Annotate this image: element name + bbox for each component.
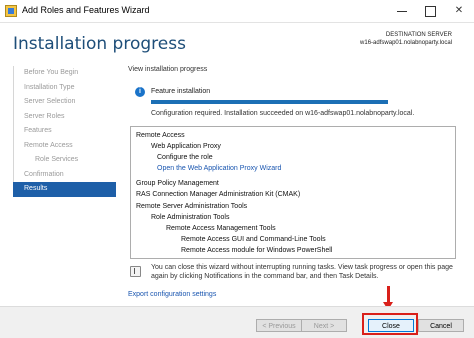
cancel-button[interactable]: Cancel: [418, 319, 464, 332]
nav-item-confirmation: Confirmation: [13, 167, 116, 182]
nav-item-before-you-begin: Before You Begin: [13, 66, 116, 81]
configuration-message: Configuration required. Installation suc…: [151, 110, 415, 117]
previous-button[interactable]: < Previous: [256, 319, 302, 332]
status-title: Feature installation: [151, 88, 211, 95]
wizard-steps-nav: Before You Begin Installation Type Serve…: [13, 66, 116, 197]
nav-item-server-roles: Server Roles: [13, 109, 116, 124]
nav-item-results[interactable]: Results: [13, 182, 116, 197]
export-configuration-link[interactable]: Export configuration settings: [128, 291, 216, 298]
notification-flag-icon: [130, 266, 141, 277]
destination-server-value: w16-adfswap01.nolabnoparty.local: [360, 40, 452, 46]
annotation-arrow: [387, 286, 390, 303]
destination-server-label: DESTINATION SERVER: [385, 32, 452, 38]
server-manager-icon: [5, 5, 17, 17]
nav-item-remote-access: Remote Access: [13, 138, 116, 153]
minimize-button[interactable]: [388, 0, 416, 22]
result-item: Remote Access module for Windows PowerSh…: [181, 247, 333, 254]
nav-item-features: Features: [13, 124, 116, 139]
page-title: Installation progress: [13, 34, 186, 54]
close-button-highlight: [362, 313, 418, 335]
result-item: Configure the role: [157, 154, 213, 161]
title-bar: Add Roles and Features Wizard ✕: [0, 0, 474, 23]
next-button[interactable]: Next >: [301, 319, 347, 332]
installation-progress-bar: [151, 100, 388, 104]
result-item: Remote Access GUI and Command-Line Tools: [181, 236, 326, 243]
close-window-button[interactable]: ✕: [444, 0, 474, 22]
open-wap-wizard-link[interactable]: Open the Web Application Proxy Wizard: [157, 165, 281, 172]
view-progress-label: View installation progress: [128, 66, 208, 73]
result-item: RAS Connection Manager Administration Ki…: [136, 191, 301, 198]
nav-item-installation-type: Installation Type: [13, 80, 116, 95]
progress-fill: [151, 100, 388, 104]
results-list: Remote Access Web Application Proxy Conf…: [130, 126, 456, 259]
maximize-button[interactable]: [416, 0, 444, 22]
info-icon: i: [135, 87, 145, 97]
result-item: Web Application Proxy: [151, 143, 221, 150]
result-item: Role Administration Tools: [151, 214, 230, 221]
result-item: Remote Access: [136, 132, 185, 139]
result-item: Remote Access Management Tools: [166, 225, 276, 232]
result-item: Remote Server Administration Tools: [136, 203, 248, 210]
nav-item-server-selection: Server Selection: [13, 95, 116, 110]
nav-item-role-services: Role Services: [13, 153, 116, 168]
result-item: Group Policy Management: [136, 180, 219, 187]
close-hint-text: You can close this wizard without interr…: [151, 264, 453, 280]
window-title: Add Roles and Features Wizard: [22, 5, 150, 15]
